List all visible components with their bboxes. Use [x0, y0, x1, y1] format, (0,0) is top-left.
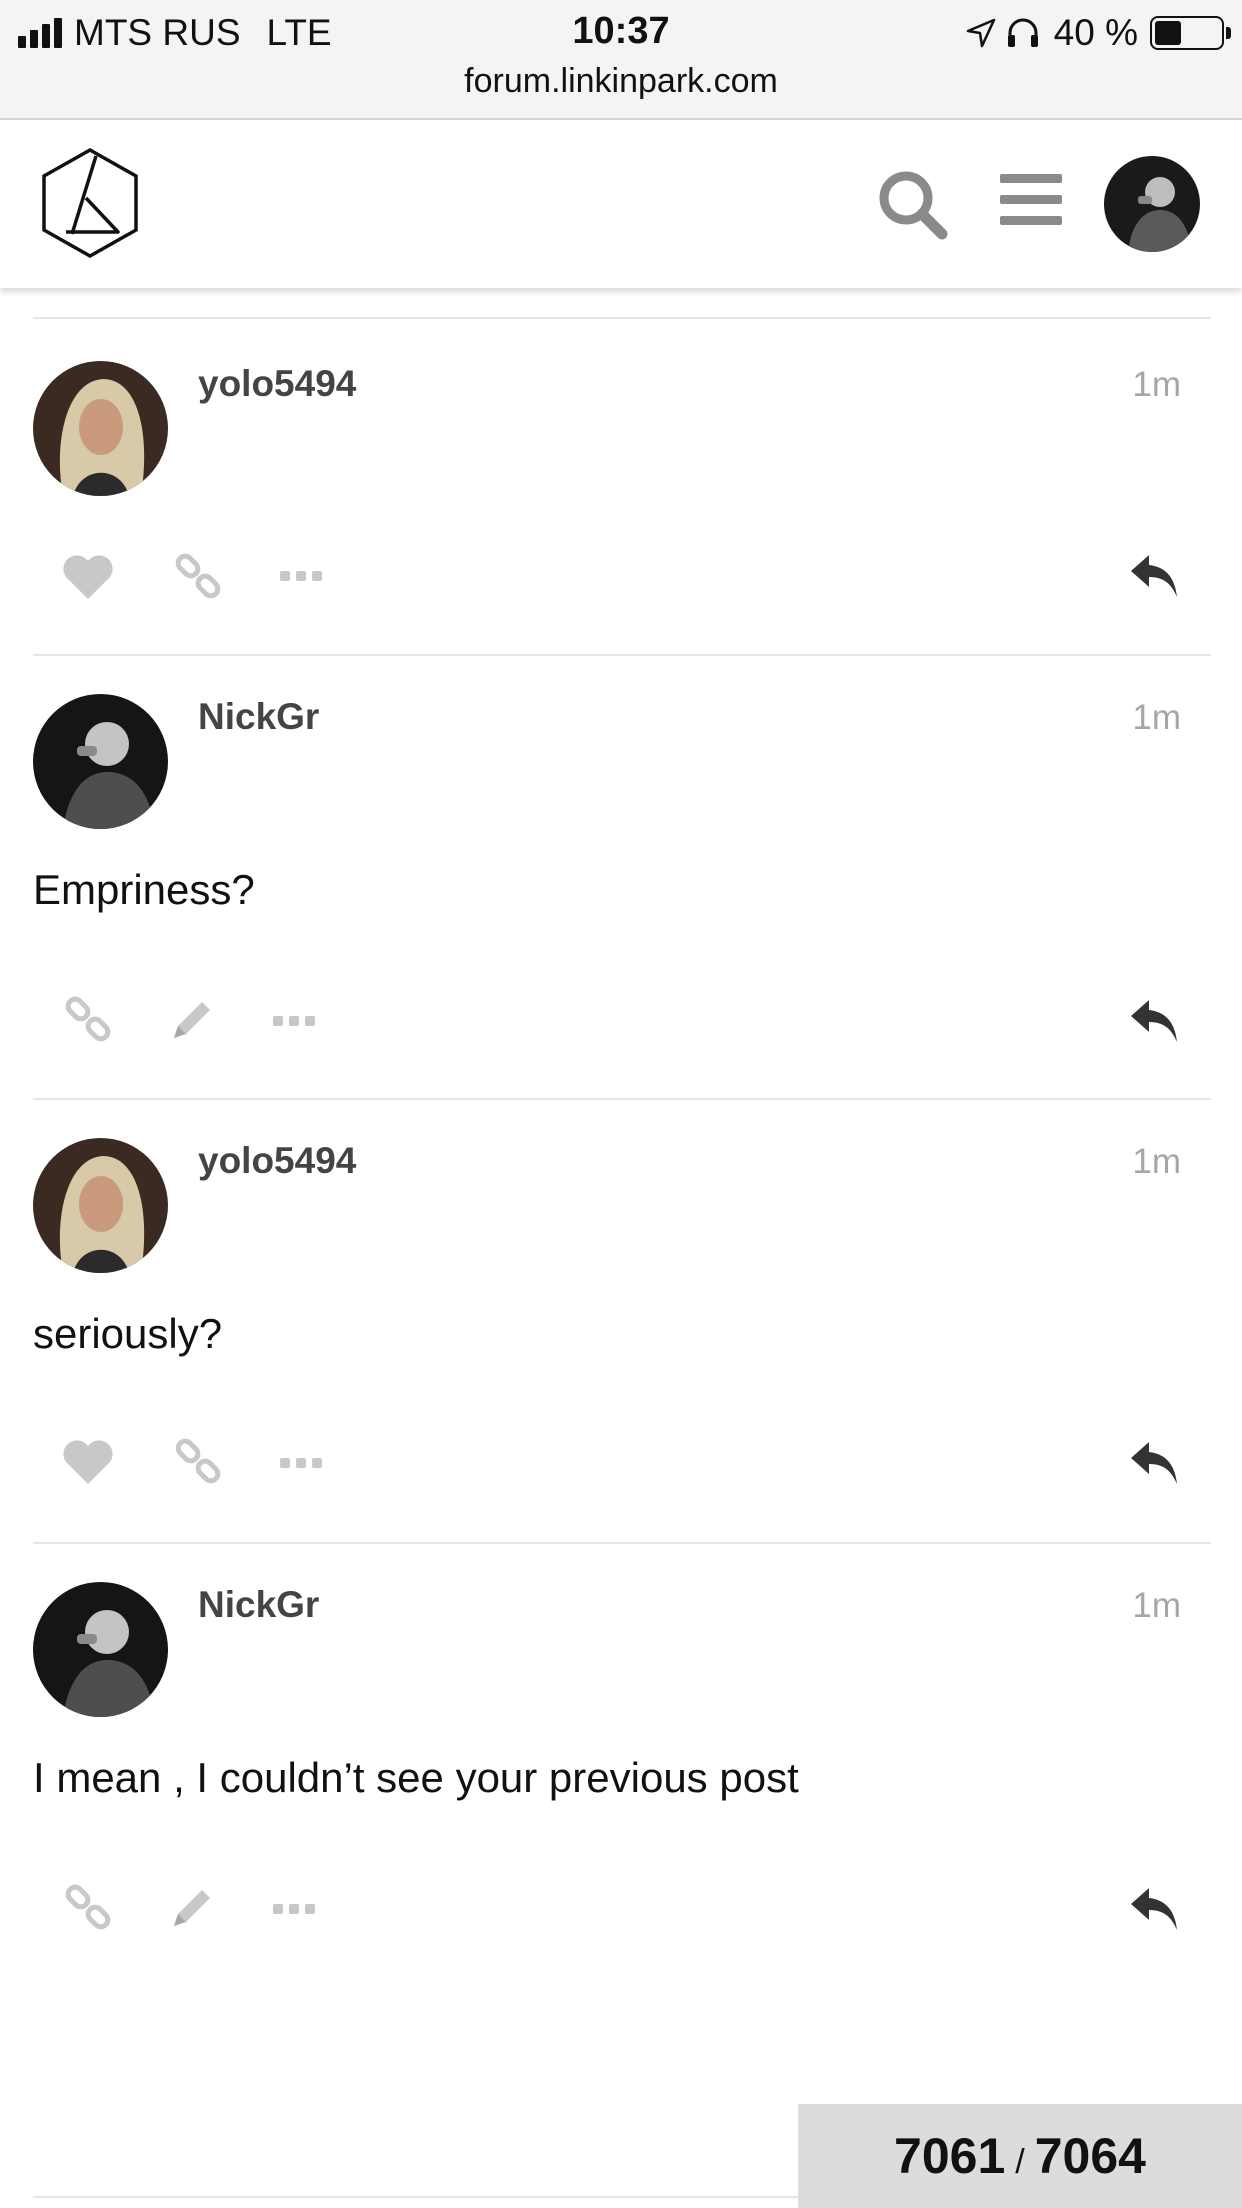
reply-icon[interactable] — [1127, 1884, 1181, 1939]
battery-label: 40 % — [1053, 12, 1138, 53]
reply-icon[interactable] — [1127, 1438, 1181, 1493]
heart-icon[interactable] — [61, 553, 115, 606]
avatar[interactable] — [33, 361, 168, 496]
progress-separator: / — [1015, 2143, 1025, 2181]
status-bar: MTS RUS LTE 10:37 forum.linkinpark.com 4… — [0, 0, 1242, 120]
url-bar[interactable]: forum.linkinpark.com — [0, 62, 1242, 101]
link-icon[interactable] — [63, 1882, 113, 1937]
post-username[interactable]: yolo5494 — [198, 363, 356, 405]
user-avatar[interactable] — [1104, 156, 1200, 252]
more-icon[interactable] — [273, 1014, 317, 1033]
pencil-icon[interactable] — [168, 996, 216, 1049]
post-progress-indicator[interactable]: 7061/7064 — [798, 2104, 1242, 2208]
post-time[interactable]: 1m — [1132, 1586, 1181, 1626]
post-time[interactable]: 1m — [1132, 698, 1181, 738]
link-icon[interactable] — [173, 551, 223, 606]
linkin-park-logo-icon[interactable] — [38, 146, 142, 265]
battery-fill — [1155, 21, 1181, 45]
more-icon[interactable] — [280, 569, 324, 588]
more-icon[interactable] — [273, 1902, 317, 1921]
status-right: 40 % — [966, 12, 1231, 54]
avatar[interactable] — [33, 1138, 168, 1273]
headphones-icon — [1007, 18, 1038, 47]
battery-icon — [1150, 16, 1231, 50]
post: yolo5494 1m seriously? — [33, 1100, 1211, 1544]
heart-icon[interactable] — [61, 1438, 115, 1491]
post-username[interactable]: yolo5494 — [198, 1140, 356, 1182]
more-icon[interactable] — [280, 1456, 324, 1475]
divider — [33, 2196, 798, 2198]
post-time[interactable]: 1m — [1132, 1142, 1181, 1182]
post-body: seriously? — [33, 1310, 223, 1357]
progress-current: 7061 — [894, 2128, 1006, 2184]
reply-icon[interactable] — [1127, 551, 1181, 606]
post-body: Empriness? — [33, 866, 255, 913]
reply-icon[interactable] — [1127, 996, 1181, 1051]
location-arrow-icon — [966, 18, 995, 48]
post-body: I mean , I couldn’t see your previous po… — [33, 1754, 799, 1801]
link-icon[interactable] — [173, 1436, 223, 1491]
link-icon[interactable] — [63, 994, 113, 1049]
avatar[interactable] — [33, 1582, 168, 1717]
post: NickGr 1m Empriness? — [33, 656, 1211, 1100]
post-username[interactable]: NickGr — [198, 1584, 319, 1626]
search-icon[interactable] — [876, 168, 948, 245]
post: yolo5494 1m — [33, 319, 1211, 656]
pencil-icon[interactable] — [168, 1884, 216, 1937]
post-username[interactable]: NickGr — [198, 696, 319, 738]
site-header — [0, 120, 1242, 288]
avatar[interactable] — [33, 694, 168, 829]
post-time[interactable]: 1m — [1132, 365, 1181, 405]
hamburger-menu-icon[interactable] — [1000, 174, 1062, 237]
post: NickGr 1m I mean , I couldn’t see your p… — [33, 1544, 1211, 2014]
progress-total: 7064 — [1034, 2128, 1146, 2184]
